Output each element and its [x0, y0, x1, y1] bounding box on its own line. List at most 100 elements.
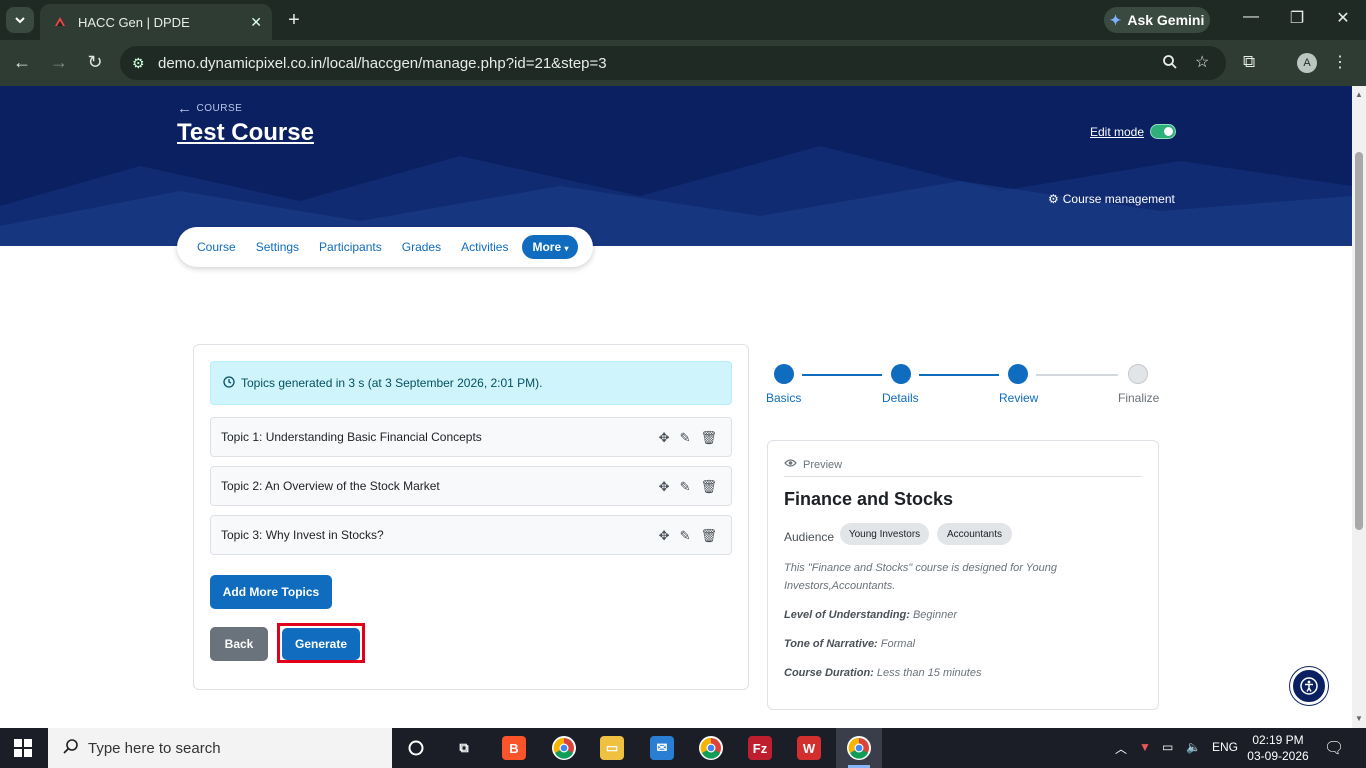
preview-level: Level of Understanding: Beginner: [784, 606, 1134, 624]
minimize-icon[interactable]: —: [1236, 8, 1266, 26]
url-field[interactable]: ⚙ demo.dynamicpixel.co.in/local/haccgen/…: [120, 46, 1226, 80]
chrome-profile-icon[interactable]: [699, 736, 723, 760]
taskbar-clock[interactable]: 02:19 PM 03-09-2026: [1244, 732, 1312, 764]
trash-icon[interactable]: 🗑: [700, 528, 717, 544]
chrome-icon[interactable]: [552, 736, 576, 760]
step-review-dot: [1008, 364, 1028, 384]
back-to-course-label: COURSE: [196, 103, 243, 114]
scroll-up-icon[interactable]: ▲: [1355, 90, 1363, 99]
stepper-line: [1036, 374, 1118, 376]
site-settings-icon[interactable]: ⚙: [132, 55, 145, 72]
move-icon[interactable]: ✥: [659, 528, 670, 544]
back-button[interactable]: Back: [210, 627, 268, 661]
back-to-course-link[interactable]: ← COURSE: [177, 100, 242, 117]
edit-pencil-icon[interactable]: ✎: [680, 528, 691, 544]
cortana-icon[interactable]: [404, 736, 428, 760]
extensions-icon[interactable]: ⧉: [1243, 52, 1255, 72]
task-view-icon[interactable]: ⧉: [452, 736, 476, 760]
edit-pencil-icon[interactable]: ✎: [680, 479, 691, 495]
tab-title: HACC Gen | DPDE: [78, 14, 190, 30]
edit-mode-toggle[interactable]: [1150, 124, 1176, 139]
tab-close-icon[interactable]: ✕: [250, 14, 262, 31]
stepper-line: [919, 374, 999, 376]
taskbar-search-placeholder: Type here to search: [88, 739, 221, 757]
step-finalize-dot: [1128, 364, 1148, 384]
tone-label: Tone of Narrative:: [784, 638, 878, 650]
forward-arrow-icon[interactable]: →: [47, 52, 71, 73]
ask-gemini-button[interactable]: ✦ Ask Gemini: [1104, 7, 1210, 33]
level-label: Level of Understanding:: [784, 609, 910, 621]
chrome-active-icon[interactable]: [847, 736, 871, 760]
edit-pencil-icon[interactable]: ✎: [680, 430, 691, 446]
gear-icon: ⚙: [1048, 192, 1059, 206]
reload-icon[interactable]: ↻: [83, 52, 107, 73]
site-favicon-icon: [52, 14, 68, 30]
page-scrollbar[interactable]: ▲ ▼: [1352, 86, 1366, 728]
filezilla-icon[interactable]: Fz: [748, 736, 772, 760]
browser-menu-icon[interactable]: ⋮: [1332, 52, 1348, 72]
eye-icon: [784, 458, 797, 471]
more-label: More: [532, 240, 562, 254]
clock-icon: [223, 375, 235, 391]
audience-label: Audience: [784, 530, 835, 544]
topics-generated-alert: Topics generated in 3 s (at 3 September …: [210, 361, 732, 405]
nav-activities[interactable]: Activities: [451, 240, 518, 254]
step-basics-dot: [774, 364, 794, 384]
file-explorer-icon[interactable]: ▭: [600, 736, 624, 760]
add-more-topics-button[interactable]: Add More Topics: [210, 575, 332, 609]
topic-title: Topic 2: An Overview of the Stock Market: [221, 479, 440, 493]
mail-icon[interactable]: ✉: [650, 736, 674, 760]
notification-icon[interactable]: 🗨: [1324, 738, 1344, 758]
move-icon[interactable]: ✥: [659, 430, 670, 446]
brave-browser-icon[interactable]: B: [502, 736, 526, 760]
taskbar-search-input[interactable]: Type here to search: [48, 728, 392, 768]
browser-tab[interactable]: HACC Gen | DPDE ✕: [40, 4, 272, 40]
url-text: demo.dynamicpixel.co.in/local/haccgen/ma…: [158, 54, 607, 72]
tray-chevron-up-icon[interactable]: ︿: [1115, 740, 1127, 757]
scroll-down-icon[interactable]: ▼: [1355, 714, 1363, 723]
windows-taskbar: Type here to search ⧉ B ▭ ✉ Fz W ︿ ▼ ▭ 🔈…: [0, 728, 1366, 768]
windows-start-icon[interactable]: [14, 739, 32, 762]
preview-card: Preview Finance and Stocks Audience Youn…: [767, 440, 1159, 710]
course-management-link[interactable]: ⚙ Course management: [1048, 192, 1175, 206]
duration-label: Course Duration:: [784, 667, 874, 679]
window-close-icon[interactable]: ✕: [1328, 8, 1358, 28]
course-secondary-nav: Course Settings Participants Grades Acti…: [177, 227, 593, 267]
preview-header-label: Preview: [803, 458, 843, 471]
nav-more-dropdown[interactable]: More ▾: [522, 235, 579, 259]
clock-date: 03-09-2026: [1247, 749, 1309, 763]
nav-course[interactable]: Course: [187, 240, 246, 254]
trash-icon[interactable]: 🗑: [700, 430, 717, 446]
new-tab-button[interactable]: +: [282, 8, 306, 32]
restore-icon[interactable]: ❐: [1282, 8, 1312, 28]
volume-icon[interactable]: 🔈: [1186, 740, 1201, 754]
language-indicator[interactable]: ENG: [1212, 740, 1238, 754]
chevron-down-icon: [15, 17, 25, 24]
alert-text: Topics generated in 3 s (at 3 September …: [241, 376, 543, 390]
scrollbar-thumb[interactable]: [1355, 152, 1363, 530]
move-icon[interactable]: ✥: [659, 479, 670, 495]
tab-search-button[interactable]: [6, 7, 34, 33]
bookmark-star-icon[interactable]: ☆: [1195, 52, 1209, 72]
nav-participants[interactable]: Participants: [309, 240, 392, 254]
page-viewport: ← COURSE Test Course Edit mode ⚙ Course …: [0, 86, 1352, 728]
trash-icon[interactable]: 🗑: [700, 479, 717, 495]
nav-grades[interactable]: Grades: [392, 240, 451, 254]
accessibility-button[interactable]: [1290, 667, 1328, 705]
audience-chip: Young Investors: [840, 523, 929, 545]
nav-settings[interactable]: Settings: [246, 240, 309, 254]
course-header-banner: ← COURSE Test Course Edit mode ⚙ Course …: [0, 86, 1352, 246]
topic-title: Topic 1: Understanding Basic Financial C…: [221, 430, 482, 444]
profile-avatar[interactable]: A: [1297, 53, 1317, 73]
network-icon[interactable]: ▭: [1162, 740, 1173, 754]
duration-value: Less than 15 minutes: [876, 667, 982, 679]
divider: [784, 476, 1142, 477]
wps-office-icon[interactable]: W: [797, 736, 821, 760]
gemini-label: Ask Gemini: [1127, 12, 1205, 28]
tray-app-icon[interactable]: ▼: [1139, 740, 1151, 754]
back-arrow-icon[interactable]: ←: [10, 52, 34, 73]
zoom-search-icon[interactable]: [1162, 54, 1178, 75]
course-title-link[interactable]: Test Course: [177, 119, 314, 147]
gemini-sparkle-icon: ✦: [1109, 11, 1122, 28]
edit-mode-label[interactable]: Edit mode: [1090, 125, 1144, 139]
